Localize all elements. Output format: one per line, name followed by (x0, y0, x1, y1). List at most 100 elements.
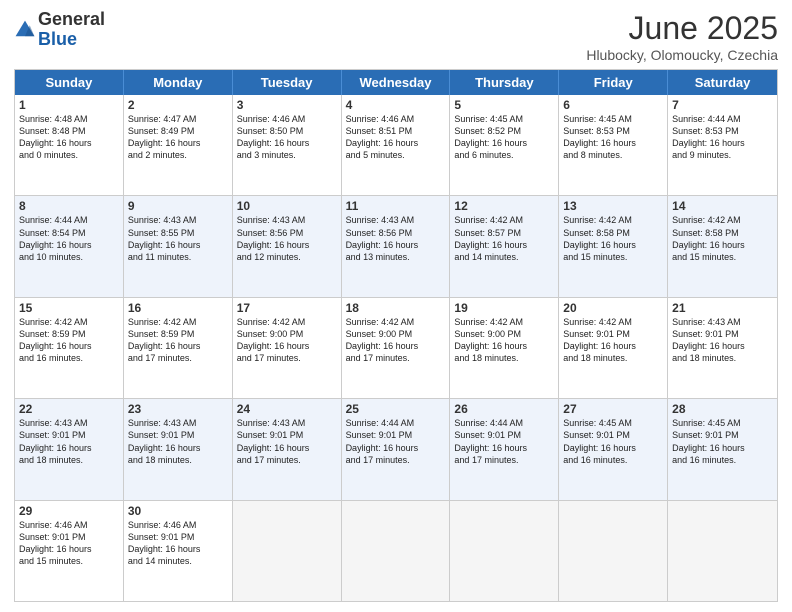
calendar-cell: 9Sunrise: 4:43 AM Sunset: 8:55 PM Daylig… (124, 196, 233, 296)
cell-info: Sunrise: 4:44 AM Sunset: 9:01 PM Dayligh… (454, 417, 554, 466)
cell-info: Sunrise: 4:42 AM Sunset: 8:59 PM Dayligh… (19, 316, 119, 365)
day-number: 14 (672, 199, 773, 213)
logo: General Blue (14, 10, 105, 50)
calendar-cell: 8Sunrise: 4:44 AM Sunset: 8:54 PM Daylig… (15, 196, 124, 296)
calendar-cell: 25Sunrise: 4:44 AM Sunset: 9:01 PM Dayli… (342, 399, 451, 499)
cell-info: Sunrise: 4:43 AM Sunset: 8:56 PM Dayligh… (346, 214, 446, 263)
calendar-cell: 24Sunrise: 4:43 AM Sunset: 9:01 PM Dayli… (233, 399, 342, 499)
day-number: 18 (346, 301, 446, 315)
cell-info: Sunrise: 4:42 AM Sunset: 8:57 PM Dayligh… (454, 214, 554, 263)
day-number: 6 (563, 98, 663, 112)
title-block: June 2025 Hlubocky, Olomoucky, Czechia (586, 10, 778, 63)
calendar-cell: 1Sunrise: 4:48 AM Sunset: 8:48 PM Daylig… (15, 95, 124, 195)
calendar-cell: 17Sunrise: 4:42 AM Sunset: 9:00 PM Dayli… (233, 298, 342, 398)
day-number: 17 (237, 301, 337, 315)
calendar-cell: 30Sunrise: 4:46 AM Sunset: 9:01 PM Dayli… (124, 501, 233, 601)
cell-info: Sunrise: 4:44 AM Sunset: 8:53 PM Dayligh… (672, 113, 773, 162)
cell-info: Sunrise: 4:46 AM Sunset: 8:51 PM Dayligh… (346, 113, 446, 162)
cell-info: Sunrise: 4:45 AM Sunset: 8:53 PM Dayligh… (563, 113, 663, 162)
calendar-cell: 10Sunrise: 4:43 AM Sunset: 8:56 PM Dayli… (233, 196, 342, 296)
day-number: 24 (237, 402, 337, 416)
day-number: 11 (346, 199, 446, 213)
calendar-cell: 29Sunrise: 4:46 AM Sunset: 9:01 PM Dayli… (15, 501, 124, 601)
calendar-header: SundayMondayTuesdayWednesdayThursdayFrid… (15, 70, 777, 95)
calendar: SundayMondayTuesdayWednesdayThursdayFrid… (14, 69, 778, 602)
cell-info: Sunrise: 4:46 AM Sunset: 9:01 PM Dayligh… (19, 519, 119, 568)
weekday-header: Monday (124, 70, 233, 95)
calendar-row: 8Sunrise: 4:44 AM Sunset: 8:54 PM Daylig… (15, 196, 777, 297)
calendar-cell: 26Sunrise: 4:44 AM Sunset: 9:01 PM Dayli… (450, 399, 559, 499)
month-title: June 2025 (586, 10, 778, 47)
day-number: 4 (346, 98, 446, 112)
day-number: 21 (672, 301, 773, 315)
weekday-header: Wednesday (342, 70, 451, 95)
calendar-cell (233, 501, 342, 601)
cell-info: Sunrise: 4:42 AM Sunset: 8:58 PM Dayligh… (563, 214, 663, 263)
day-number: 3 (237, 98, 337, 112)
day-number: 16 (128, 301, 228, 315)
logo-text: General Blue (38, 10, 105, 50)
cell-info: Sunrise: 4:44 AM Sunset: 8:54 PM Dayligh… (19, 214, 119, 263)
day-number: 8 (19, 199, 119, 213)
calendar-cell: 27Sunrise: 4:45 AM Sunset: 9:01 PM Dayli… (559, 399, 668, 499)
cell-info: Sunrise: 4:45 AM Sunset: 8:52 PM Dayligh… (454, 113, 554, 162)
calendar-cell: 15Sunrise: 4:42 AM Sunset: 8:59 PM Dayli… (15, 298, 124, 398)
calendar-row: 29Sunrise: 4:46 AM Sunset: 9:01 PM Dayli… (15, 501, 777, 601)
calendar-cell (342, 501, 451, 601)
day-number: 13 (563, 199, 663, 213)
calendar-cell: 5Sunrise: 4:45 AM Sunset: 8:52 PM Daylig… (450, 95, 559, 195)
cell-info: Sunrise: 4:42 AM Sunset: 9:01 PM Dayligh… (563, 316, 663, 365)
calendar-row: 15Sunrise: 4:42 AM Sunset: 8:59 PM Dayli… (15, 298, 777, 399)
day-number: 12 (454, 199, 554, 213)
calendar-cell: 23Sunrise: 4:43 AM Sunset: 9:01 PM Dayli… (124, 399, 233, 499)
day-number: 2 (128, 98, 228, 112)
cell-info: Sunrise: 4:43 AM Sunset: 9:01 PM Dayligh… (672, 316, 773, 365)
cell-info: Sunrise: 4:43 AM Sunset: 9:01 PM Dayligh… (19, 417, 119, 466)
cell-info: Sunrise: 4:42 AM Sunset: 9:00 PM Dayligh… (346, 316, 446, 365)
logo-blue-text: Blue (38, 29, 77, 49)
cell-info: Sunrise: 4:42 AM Sunset: 8:59 PM Dayligh… (128, 316, 228, 365)
calendar-row: 1Sunrise: 4:48 AM Sunset: 8:48 PM Daylig… (15, 95, 777, 196)
calendar-cell: 19Sunrise: 4:42 AM Sunset: 9:00 PM Dayli… (450, 298, 559, 398)
day-number: 7 (672, 98, 773, 112)
cell-info: Sunrise: 4:46 AM Sunset: 9:01 PM Dayligh… (128, 519, 228, 568)
day-number: 29 (19, 504, 119, 518)
cell-info: Sunrise: 4:43 AM Sunset: 9:01 PM Dayligh… (128, 417, 228, 466)
day-number: 9 (128, 199, 228, 213)
calendar-cell: 13Sunrise: 4:42 AM Sunset: 8:58 PM Dayli… (559, 196, 668, 296)
page: General Blue June 2025 Hlubocky, Olomouc… (0, 0, 792, 612)
cell-info: Sunrise: 4:43 AM Sunset: 8:56 PM Dayligh… (237, 214, 337, 263)
day-number: 30 (128, 504, 228, 518)
day-number: 15 (19, 301, 119, 315)
calendar-cell: 12Sunrise: 4:42 AM Sunset: 8:57 PM Dayli… (450, 196, 559, 296)
day-number: 5 (454, 98, 554, 112)
calendar-cell: 2Sunrise: 4:47 AM Sunset: 8:49 PM Daylig… (124, 95, 233, 195)
day-number: 20 (563, 301, 663, 315)
day-number: 28 (672, 402, 773, 416)
cell-info: Sunrise: 4:43 AM Sunset: 8:55 PM Dayligh… (128, 214, 228, 263)
calendar-cell: 16Sunrise: 4:42 AM Sunset: 8:59 PM Dayli… (124, 298, 233, 398)
cell-info: Sunrise: 4:42 AM Sunset: 9:00 PM Dayligh… (454, 316, 554, 365)
cell-info: Sunrise: 4:45 AM Sunset: 9:01 PM Dayligh… (672, 417, 773, 466)
calendar-cell (668, 501, 777, 601)
calendar-cell: 18Sunrise: 4:42 AM Sunset: 9:00 PM Dayli… (342, 298, 451, 398)
day-number: 10 (237, 199, 337, 213)
calendar-cell: 22Sunrise: 4:43 AM Sunset: 9:01 PM Dayli… (15, 399, 124, 499)
weekday-header: Sunday (15, 70, 124, 95)
day-number: 19 (454, 301, 554, 315)
calendar-row: 22Sunrise: 4:43 AM Sunset: 9:01 PM Dayli… (15, 399, 777, 500)
cell-info: Sunrise: 4:42 AM Sunset: 8:58 PM Dayligh… (672, 214, 773, 263)
weekday-header: Friday (559, 70, 668, 95)
calendar-cell: 4Sunrise: 4:46 AM Sunset: 8:51 PM Daylig… (342, 95, 451, 195)
cell-info: Sunrise: 4:43 AM Sunset: 9:01 PM Dayligh… (237, 417, 337, 466)
day-number: 27 (563, 402, 663, 416)
cell-info: Sunrise: 4:45 AM Sunset: 9:01 PM Dayligh… (563, 417, 663, 466)
calendar-cell: 7Sunrise: 4:44 AM Sunset: 8:53 PM Daylig… (668, 95, 777, 195)
calendar-cell: 21Sunrise: 4:43 AM Sunset: 9:01 PM Dayli… (668, 298, 777, 398)
calendar-cell: 6Sunrise: 4:45 AM Sunset: 8:53 PM Daylig… (559, 95, 668, 195)
weekday-header: Thursday (450, 70, 559, 95)
cell-info: Sunrise: 4:46 AM Sunset: 8:50 PM Dayligh… (237, 113, 337, 162)
weekday-header: Tuesday (233, 70, 342, 95)
calendar-cell: 20Sunrise: 4:42 AM Sunset: 9:01 PM Dayli… (559, 298, 668, 398)
calendar-body: 1Sunrise: 4:48 AM Sunset: 8:48 PM Daylig… (15, 95, 777, 601)
